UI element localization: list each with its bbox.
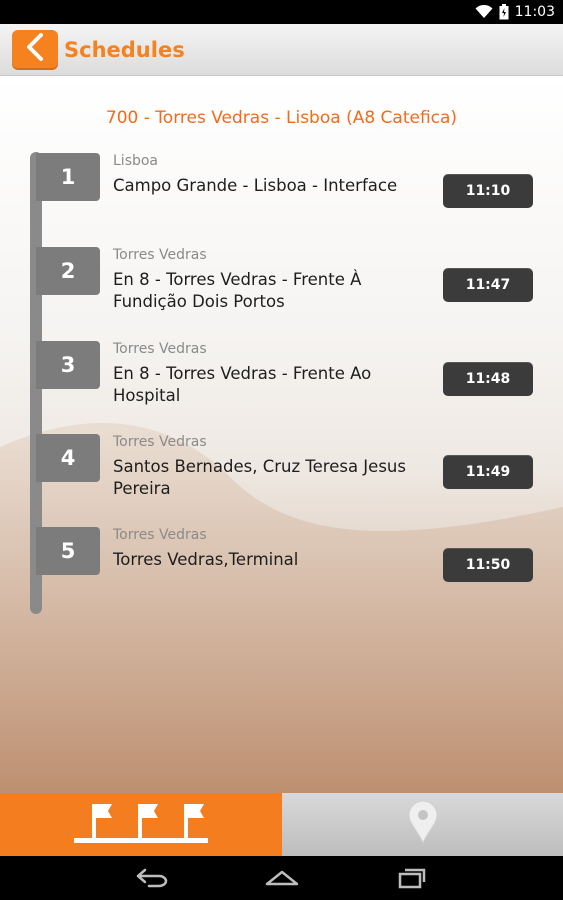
chevron-left-icon [24,32,46,67]
stop-city: Torres Vedras [113,434,207,450]
flags-icon [68,798,214,851]
stop-number-badge: 2 [36,247,100,295]
stop-name: Campo Grande - Lisboa - Interface [113,176,398,195]
list-item[interactable]: 3 Torres Vedras En 8 - Torres Vedras - F… [0,341,563,421]
tab-schedule[interactable] [0,793,282,856]
bottom-tab-bar [0,793,563,856]
stop-time: 11:10 [443,174,533,208]
route-title: 700 - Torres Vedras - Lisboa (A8 Catefic… [105,108,458,128]
stop-name: En 8 - Torres Vedras - Frente À Fundição… [113,270,362,311]
system-nav-bar [0,856,563,900]
stop-city: Torres Vedras [113,247,207,263]
back-nav-icon[interactable] [132,863,172,893]
stop-city: Torres Vedras [113,527,207,543]
stop-city: Lisboa [113,153,159,169]
map-pin-icon [407,800,439,849]
stop-time: 11:47 [443,268,533,302]
stop-number-badge: 5 [36,527,100,575]
stop-name: En 8 - Torres Vedras - Frente Ao Hospita… [113,364,372,405]
stop-name: Torres Vedras,Terminal [113,550,299,569]
status-time: 11:03 [514,4,555,20]
stop-time: 11:50 [443,548,533,582]
stop-city: Torres Vedras [113,341,207,357]
stop-number-badge: 3 [36,341,100,389]
list-item[interactable]: 2 Torres Vedras En 8 - Torres Vedras - F… [0,247,563,327]
page-title: Schedules [64,37,185,62]
stop-time: 11:49 [443,455,533,489]
stop-number-badge: 4 [36,434,100,482]
home-nav-icon[interactable] [262,863,302,893]
list-item[interactable]: 4 Torres Vedras Santos Bernades, Cruz Te… [0,434,563,514]
back-button[interactable] [12,29,58,70]
recents-nav-icon[interactable] [392,863,432,893]
list-item[interactable]: 1 Lisboa Campo Grande - Lisboa - Interfa… [0,153,563,233]
schedule-content[interactable]: 700 - Torres Vedras - Lisboa (A8 Catefic… [0,77,563,793]
wifi-icon [475,5,493,19]
stop-time: 11:48 [443,362,533,396]
list-item[interactable]: 5 Torres Vedras Torres Vedras,Terminal 1… [0,527,563,607]
status-bar: 11:03 [0,0,563,24]
stop-number-badge: 1 [36,153,100,201]
battery-icon [499,4,509,20]
stop-name: Santos Bernades, Cruz Teresa Jesus Perei… [113,457,406,498]
tab-map[interactable] [282,793,563,856]
action-bar: Schedules [0,24,563,76]
